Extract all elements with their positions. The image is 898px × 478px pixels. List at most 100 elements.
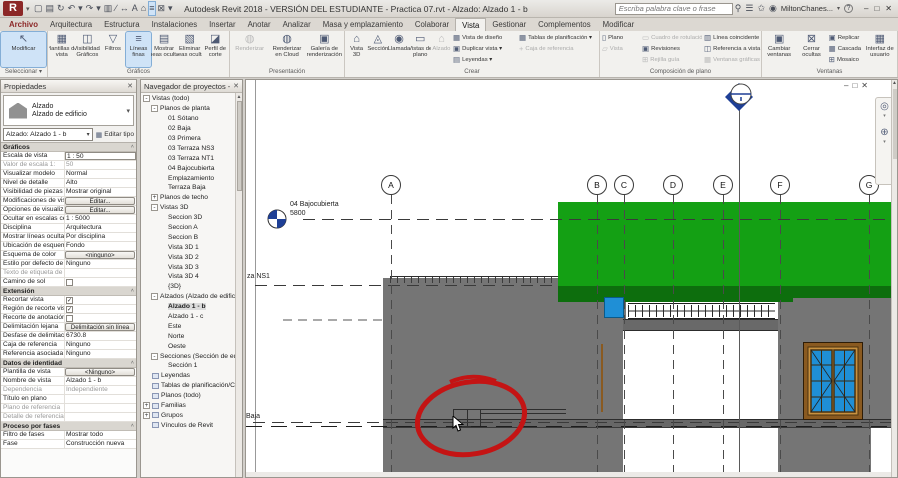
tree-item-3d[interactable]: {3D} <box>141 282 242 292</box>
tree-item-seccion-a[interactable]: Seccion A <box>141 223 242 233</box>
property-button[interactable]: Editar... <box>65 197 135 205</box>
expand-icon[interactable]: + <box>143 402 150 409</box>
save-icon[interactable]: ▤ <box>46 2 55 15</box>
tree-item-secciones-seccion-de-edificio[interactable]: -Secciones (Sección de edificio) <box>141 351 242 361</box>
button-linea-coincidente[interactable]: ▥Línea coincidente <box>704 32 762 43</box>
button-renderizar-en-cloud[interactable]: ◍Renderizaren Cloud <box>268 32 305 67</box>
tree-item-seccion-1[interactable]: Sección 1 <box>141 361 242 371</box>
property-button[interactable]: <ninguno> <box>65 251 135 259</box>
button-cerrar-ocultas[interactable]: ⊠Cerrarocultas <box>795 32 827 67</box>
collapse-icon[interactable]: - <box>151 353 158 360</box>
button-renderizar[interactable]: ◍Renderizar <box>231 32 268 67</box>
tree-item-este[interactable]: Este <box>141 321 242 331</box>
button-tablas-de-planificacion[interactable]: ▦Tablas de planificación ▾ <box>519 32 597 43</box>
tab-insertar[interactable]: Insertar <box>203 18 241 31</box>
button-vistas-de-plano[interactable]: ▭Vistas deplano <box>410 32 431 67</box>
collapse-icon[interactable]: - <box>151 204 158 211</box>
help-icon[interactable]: ? <box>844 4 853 13</box>
canvas-scrollbar[interactable]: ▲ <box>891 80 897 477</box>
button-alzado[interactable]: ⌂Alzado <box>431 32 452 67</box>
type-selector[interactable]: Alzado Alzado de edificio ▾ <box>3 95 134 126</box>
button-mostrar-lineas-ocultas[interactable]: ▤Mostrarlíneas ocultas <box>151 32 177 67</box>
app-menu-caret-icon[interactable]: ▾ <box>26 5 30 13</box>
level-label-baja[interactable]: Baja <box>246 413 260 420</box>
roof-band[interactable] <box>558 202 898 286</box>
tree-item-emplazamiento[interactable]: Emplazamiento <box>141 173 242 183</box>
undo-icon[interactable]: ↶ <box>68 2 76 15</box>
tree-item-01-sotano[interactable]: 01 Sótano <box>141 114 242 124</box>
roof-edge-band[interactable] <box>558 286 793 302</box>
view-restore-button[interactable]: □ <box>852 81 861 90</box>
balcony-railing[interactable] <box>628 303 775 319</box>
tab-analizar[interactable]: Analizar <box>277 18 317 31</box>
level-marker-icon[interactable] <box>267 209 287 229</box>
button-filtros[interactable]: ▽Filtros <box>100 32 126 67</box>
browser-scrollbar[interactable]: ▲ <box>235 93 242 477</box>
collapse-icon[interactable]: - <box>151 105 158 112</box>
tree-item-03-terraza-nt1[interactable]: 03 Terraza NT1 <box>141 153 242 163</box>
grid-bubble-f[interactable]: F <box>770 175 790 195</box>
grid-bubble-e[interactable]: E <box>713 175 733 195</box>
level-label-terraza-ns1[interactable]: za NS1 <box>247 273 270 280</box>
tree-item-03-primera[interactable]: 03 Primera <box>141 134 242 144</box>
button-ventanas-graficas[interactable]: ▦Ventanas gráficas ▾ <box>704 54 762 65</box>
button-caja-de-referencia[interactable]: +Caja de referencia <box>519 43 597 54</box>
tab-masa-y-emplazamiento[interactable]: Masa y emplazamiento <box>317 18 409 31</box>
tree-item-seccion-3d[interactable]: Seccion 3D <box>141 213 242 223</box>
tree-item-03-terraza-ns3[interactable]: 03 Terraza NS3 <box>141 143 242 153</box>
type-selector-caret-icon[interactable]: ▾ <box>126 107 130 115</box>
3d-view-icon[interactable]: ⌂ <box>141 2 146 15</box>
expand-icon[interactable]: + <box>151 194 158 201</box>
close-hidden-icon[interactable]: ⊠ <box>158 2 166 15</box>
tree-item-vistas-todo[interactable]: -Vistas (todo) <box>141 94 242 104</box>
blue-window[interactable] <box>604 297 624 318</box>
button-perfil-de-corte[interactable]: ◪Perfil decorte <box>202 32 228 67</box>
level-elevation-bajocubierta[interactable]: 5800 <box>290 210 306 217</box>
section-collapse-icon[interactable]: ˄ <box>131 288 136 294</box>
user-icon[interactable]: ◉ <box>769 3 777 14</box>
redo-icon[interactable]: ↷ <box>86 2 94 15</box>
tree-item-vista-3d-1[interactable]: Vista 3D 1 <box>141 242 242 252</box>
button-mosaico[interactable]: ⊞Mosaico <box>829 54 863 65</box>
button-galeria-de-renderizacion[interactable]: ▣Galería derenderización <box>306 32 343 67</box>
steering-wheel-icon[interactable]: ◎ <box>880 101 889 113</box>
tree-item-alzado-1-c[interactable]: Alzado 1 - c <box>141 312 242 322</box>
property-checkbox[interactable]: ✓ <box>66 306 73 313</box>
button-cascada[interactable]: ▦Cascada <box>829 43 863 54</box>
button-visibilidad-graficos[interactable]: ◫Visibilidad/Gráficos <box>75 32 101 67</box>
level-line-terraza-ns1[interactable] <box>255 285 558 286</box>
tab-arquitectura[interactable]: Arquitectura <box>44 18 98 31</box>
tree-item-grupos[interactable]: +Grupos <box>141 411 242 421</box>
level-line-baja[interactable] <box>253 422 898 423</box>
tree-item-vista-3d-2[interactable]: Vista 3D 2 <box>141 252 242 262</box>
revit-logo[interactable]: R <box>3 1 23 16</box>
button-revisiones[interactable]: ▣Revisiones <box>642 43 702 54</box>
steering-wheel-caret-icon[interactable]: ▾ <box>883 113 886 119</box>
restore-button[interactable]: □ <box>874 4 879 13</box>
tree-item-norte[interactable]: Norte <box>141 331 242 341</box>
tree-item-oeste[interactable]: Oeste <box>141 341 242 351</box>
section-collapse-icon[interactable]: ˄ <box>131 360 136 366</box>
button-cuadro-de-rotulacion[interactable]: ▭Cuadro de rotulación <box>642 32 702 43</box>
property-button[interactable]: <Ninguno> <box>65 368 135 376</box>
scroll-up-icon[interactable]: ▲ <box>236 93 242 101</box>
level-line-bajocubierta[interactable] <box>303 219 898 220</box>
property-checkbox[interactable] <box>66 279 73 286</box>
measure-icon[interactable]: ∕ <box>115 2 117 15</box>
button-lineas-finas[interactable]: ≡Líneasfinas <box>126 32 152 67</box>
tree-item-familias[interactable]: +Familias <box>141 401 242 411</box>
section-line[interactable] <box>739 94 740 472</box>
canvas-scroll-up-icon[interactable]: ▲ <box>892 80 897 87</box>
browser-scroll-thumb[interactable] <box>237 101 242 191</box>
property-checkbox[interactable] <box>66 315 73 322</box>
close-button[interactable]: ✕ <box>885 4 892 13</box>
roof-edge-band-right[interactable] <box>793 286 898 298</box>
section-marker-icon[interactable] <box>724 82 754 112</box>
button-seccion[interactable]: ◬Sección <box>367 32 388 67</box>
tree-item-planos-de-planta[interactable]: -Planos de planta <box>141 104 242 114</box>
thin-lines-icon[interactable]: ≡ <box>149 2 154 15</box>
tree-item-terraza-baja[interactable]: Terraza Baja <box>141 183 242 193</box>
property-value[interactable]: 1 : 50 <box>65 152 136 160</box>
section-graficos[interactable]: Gráficos˄ <box>1 143 136 152</box>
tab-anotar[interactable]: Anotar <box>242 18 277 31</box>
